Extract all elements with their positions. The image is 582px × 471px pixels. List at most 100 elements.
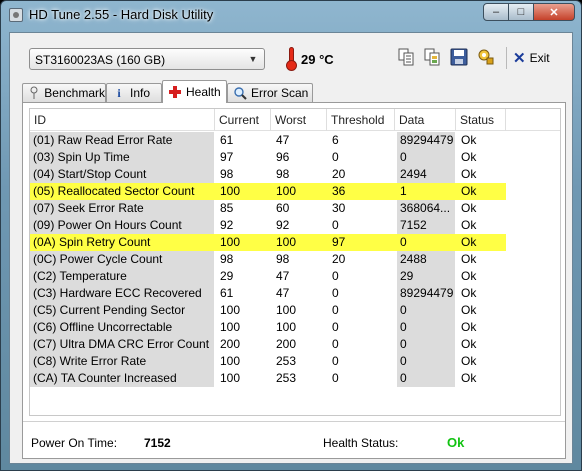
table-row[interactable]: (C6) Offline Uncorrectable 100 100 0 0 Ok: [30, 319, 506, 336]
exit-icon: ✕: [513, 49, 526, 67]
table-row[interactable]: (09) Power On Hours Count 92 92 0 7152 Ok: [30, 217, 506, 234]
status-cell: Ok: [461, 184, 477, 198]
worst-cell: 47: [276, 286, 290, 300]
worst-cell: 96: [276, 150, 290, 164]
tab-health-label: Health: [186, 85, 221, 99]
smart-id-cell: (C5) Current Pending Sector: [30, 302, 214, 319]
column-header-status[interactable]: Status: [456, 109, 506, 131]
benchmark-icon: [28, 86, 40, 100]
table-row[interactable]: (0A) Spin Retry Count 100 100 97 0 Ok: [30, 234, 506, 251]
table-row[interactable]: (01) Raw Read Error Rate 61 47 6 89294479 Ok: [30, 132, 506, 149]
magnifier-icon: [233, 86, 247, 100]
data-cell: 7152: [397, 217, 455, 234]
current-cell: 100: [220, 184, 241, 198]
smart-id-cell: (0A) Spin Retry Count: [33, 235, 151, 249]
status-cell: Ok: [461, 252, 477, 266]
table-row[interactable]: (CA) TA Counter Increased 100 253 0 0 Ok: [30, 370, 506, 387]
current-cell: 29: [220, 269, 234, 283]
toolbar: ST3160023AS (160 GB) ▼ 29 °C ✕ Exit: [10, 33, 572, 79]
tab-info[interactable]: i Info: [106, 83, 162, 102]
tab-benchmark-label: Benchmark: [44, 86, 105, 100]
thermometer-icon: [285, 47, 297, 71]
data-cell: 0: [397, 149, 455, 166]
copy-info-icon[interactable]: [423, 48, 441, 66]
tab-info-label: Info: [130, 86, 151, 100]
exit-button[interactable]: ✕ Exit: [513, 48, 550, 68]
smart-table: ID Current Worst Threshold Data Status (…: [29, 108, 561, 416]
column-header-worst[interactable]: Worst: [271, 109, 327, 131]
column-header-current[interactable]: Current: [215, 109, 271, 131]
table-row[interactable]: (0C) Power Cycle Count 98 98 20 2488 Ok: [30, 251, 506, 268]
table-row[interactable]: (C2) Temperature 29 47 0 29 Ok: [30, 268, 506, 285]
tab-health[interactable]: Health: [162, 80, 227, 103]
current-cell: 100: [220, 371, 241, 385]
threshold-cell: 97: [332, 235, 346, 249]
options-icon[interactable]: [477, 48, 495, 66]
current-cell: 61: [220, 286, 234, 300]
table-row[interactable]: (C7) Ultra DMA CRC Error Count 200 200 0 0 Ok: [30, 336, 506, 353]
table-row[interactable]: (04) Start/Stop Count 98 98 20 2494 Ok: [30, 166, 506, 183]
client-area: ST3160023AS (160 GB) ▼ 29 °C ✕ Exit Benc…: [9, 32, 573, 464]
table-row[interactable]: (C8) Write Error Rate 100 253 0 0 Ok: [30, 353, 506, 370]
table-row[interactable]: (07) Seek Error Rate 85 60 30 368064... Ok: [30, 200, 506, 217]
threshold-cell: 0: [332, 269, 339, 283]
status-cell: Ok: [461, 337, 477, 351]
tab-benchmark[interactable]: Benchmark: [22, 83, 106, 102]
threshold-cell: 0: [332, 337, 339, 351]
status-cell: Ok: [461, 371, 477, 385]
health-status-value: Ok: [447, 435, 465, 450]
status-cell: Ok: [461, 218, 477, 232]
tab-error-scan[interactable]: Error Scan: [227, 83, 313, 102]
current-cell: 98: [220, 167, 234, 181]
table-row[interactable]: (05) Reallocated Sector Count 100 100 36 1 Ok: [30, 183, 506, 200]
status-cell: Ok: [461, 286, 477, 300]
app-window: HD Tune 2.55 - Hard Disk Utility – □ ✕ S…: [0, 0, 582, 471]
smart-id-cell: (0C) Power Cycle Count: [30, 251, 214, 268]
data-cell: 0: [397, 336, 455, 353]
chevron-down-icon[interactable]: ▼: [245, 52, 261, 66]
current-cell: 98: [220, 252, 234, 266]
title-bar[interactable]: HD Tune 2.55 - Hard Disk Utility – □ ✕: [1, 1, 581, 31]
data-cell: 89294479: [397, 285, 455, 302]
maximize-button[interactable]: □: [508, 3, 534, 21]
worst-cell: 253: [276, 371, 297, 385]
status-cell: Ok: [461, 201, 477, 215]
table-row[interactable]: (03) Spin Up Time 97 96 0 0 Ok: [30, 149, 506, 166]
column-header-id[interactable]: ID: [30, 109, 215, 131]
status-cell: Ok: [461, 320, 477, 334]
threshold-cell: 6: [332, 133, 339, 147]
status-cell: Ok: [461, 303, 477, 317]
column-header-threshold[interactable]: Threshold: [327, 109, 395, 131]
current-cell: 61: [220, 133, 234, 147]
data-cell: 2494: [397, 166, 455, 183]
save-icon[interactable]: [450, 48, 468, 66]
status-cell: Ok: [461, 150, 477, 164]
table-row[interactable]: (C3) Hardware ECC Recovered 61 47 0 89294479…: [30, 285, 506, 302]
current-cell: 100: [220, 303, 241, 317]
data-cell: 368064...: [397, 200, 455, 217]
smart-id-cell: (C2) Temperature: [30, 268, 214, 285]
drive-select[interactable]: ST3160023AS (160 GB) ▼: [29, 48, 265, 70]
worst-cell: 60: [276, 201, 290, 215]
health-panel: ID Current Worst Threshold Data Status (…: [22, 102, 566, 459]
minimize-button[interactable]: –: [483, 3, 509, 21]
worst-cell: 98: [276, 252, 290, 266]
power-on-label: Power On Time:: [31, 436, 118, 450]
threshold-cell: 0: [332, 354, 339, 368]
power-on-value: 7152: [144, 436, 171, 450]
smart-id-cell: (07) Seek Error Rate: [30, 200, 214, 217]
smart-id-cell: (C3) Hardware ECC Recovered: [30, 285, 214, 302]
smart-id-cell: (01) Raw Read Error Rate: [30, 132, 214, 149]
status-cell: Ok: [461, 133, 477, 147]
table-row[interactable]: (C5) Current Pending Sector 100 100 0 0 Ok: [30, 302, 506, 319]
table-body: (01) Raw Read Error Rate 61 47 6 89294479 Ok(…: [30, 132, 560, 387]
close-button[interactable]: ✕: [533, 3, 575, 21]
current-cell: 100: [220, 354, 241, 368]
toolbar-separator: [506, 47, 507, 69]
worst-cell: 100: [276, 184, 297, 198]
copy-text-icon[interactable]: [397, 48, 415, 66]
column-header-data[interactable]: Data: [395, 109, 456, 131]
smart-id-cell: (03) Spin Up Time: [30, 149, 214, 166]
smart-id-cell: (05) Reallocated Sector Count: [33, 184, 195, 198]
health-cross-icon: [168, 85, 182, 99]
